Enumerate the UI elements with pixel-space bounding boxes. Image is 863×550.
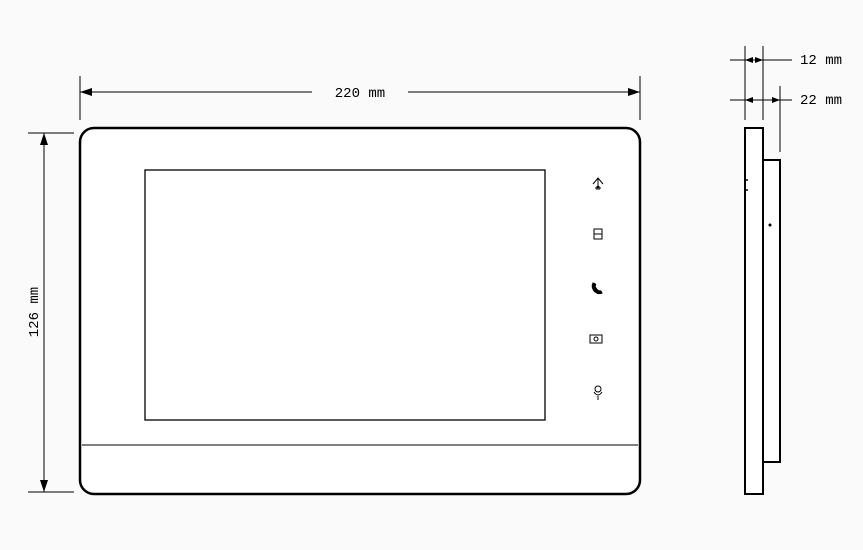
side-hole xyxy=(769,224,772,227)
dimension-height-label: 126 mm xyxy=(27,287,43,337)
dimension-drawing: 220 mm 126 mm xyxy=(0,0,863,550)
dimension-depth-outer-label: 12 mm xyxy=(800,53,842,69)
dimension-width-label: 220 mm xyxy=(335,86,385,102)
dimension-depth-total-label: 22 mm xyxy=(800,93,842,109)
dimension-height: 126 mm xyxy=(27,133,74,492)
dimension-width: 220 mm xyxy=(80,76,640,120)
front-view xyxy=(80,128,640,494)
side-view xyxy=(744,128,780,494)
